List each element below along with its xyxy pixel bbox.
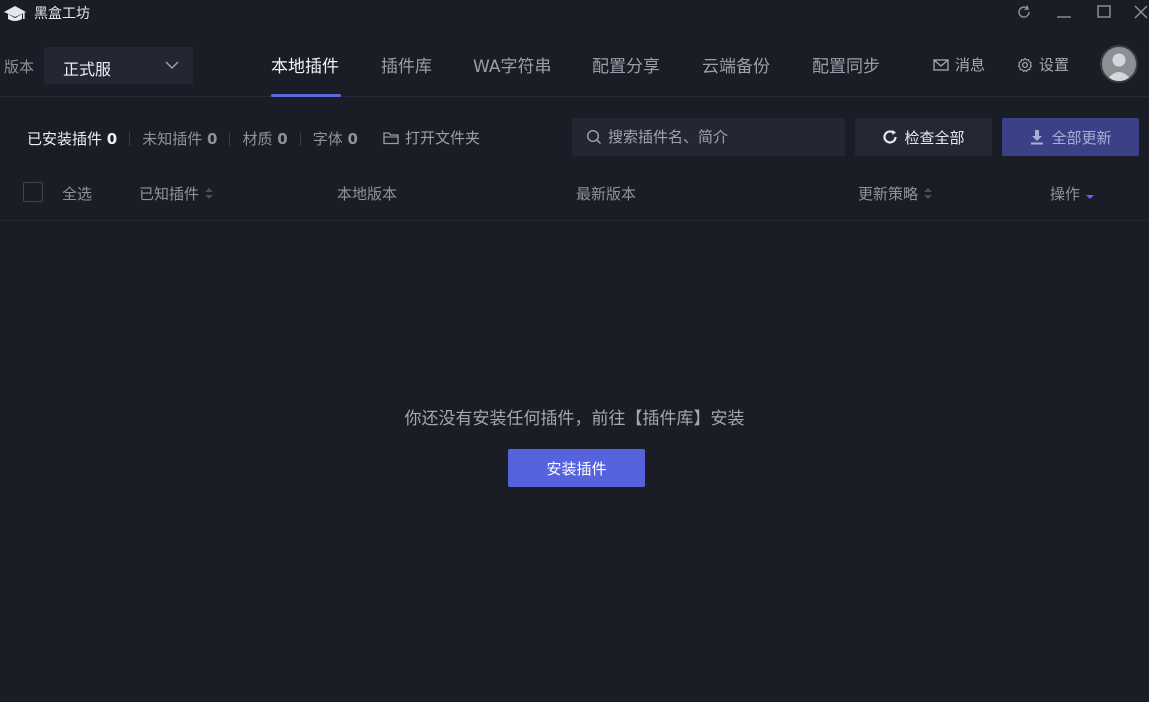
close-icon[interactable] (1131, 2, 1149, 22)
search-icon (586, 129, 601, 144)
tab-cloud-backup[interactable]: 云端备份 (702, 52, 770, 97)
check-all-label: 检查全部 (904, 128, 965, 147)
update-all-button[interactable]: 全部更新 (1002, 118, 1139, 156)
divider (229, 131, 231, 146)
sort-icon[interactable] (205, 187, 214, 200)
select-all-checkbox[interactable] (23, 182, 43, 202)
gear-icon (1017, 57, 1033, 72)
download-icon (1031, 130, 1044, 145)
open-folder-label: 打开文件夹 (405, 129, 481, 147)
filter-installed[interactable]: 已安装插件 0 (27, 128, 117, 149)
settings-label: 设置 (1039, 56, 1070, 74)
messages-button[interactable]: 消息 (933, 54, 985, 75)
filter-unknown[interactable]: 未知插件 0 (142, 128, 217, 149)
app-window: 黑盒工坊 版本 正式服 本地插件 插件库 WA字符串 配置分享 云端备份 配置同… (0, 0, 1149, 702)
check-all-button[interactable]: 检查全部 (855, 118, 992, 156)
filter-fonts[interactable]: 字体 0 (313, 128, 358, 149)
tab-plugin-library[interactable]: 插件库 (381, 52, 432, 97)
tab-config-share[interactable]: 配置分享 (592, 52, 660, 97)
column-known-plugins[interactable]: 已知插件 (139, 183, 214, 204)
filter-textures[interactable]: 材质 0 (242, 128, 287, 149)
table-header: 全选 已知插件 本地版本 最新版本 更新策略 操作 (0, 168, 1149, 221)
divider (129, 131, 131, 146)
install-plugin-button[interactable]: 安装插件 (508, 449, 645, 487)
app-title: 黑盒工坊 (34, 6, 90, 22)
app-logo-icon (4, 6, 26, 21)
mail-icon (933, 58, 949, 71)
plugin-filters: 已安装插件 0 未知插件 0 材质 0 字体 0 (27, 128, 358, 149)
sort-desc-icon[interactable] (1086, 188, 1095, 200)
refresh-icon[interactable] (1014, 2, 1034, 22)
active-tab-indicator (271, 94, 341, 97)
chevron-down-icon (165, 61, 179, 70)
empty-state-message: 你还没有安装任何插件，前往【插件库】安装 (404, 409, 745, 429)
search-box (572, 118, 845, 156)
select-all-label: 全选 (62, 185, 93, 203)
messages-label: 消息 (955, 56, 986, 74)
column-update-policy[interactable]: 更新策略 (858, 183, 933, 204)
avatar[interactable] (1100, 45, 1138, 83)
version-value: 正式服 (63, 60, 112, 79)
tab-wa-strings[interactable]: WA字符串 (473, 52, 552, 97)
tab-config-sync[interactable]: 配置同步 (812, 52, 880, 97)
tab-local-plugins[interactable]: 本地插件 (271, 52, 339, 97)
open-folder-button[interactable]: 打开文件夹 (383, 127, 480, 148)
settings-button[interactable]: 设置 (1017, 54, 1069, 75)
search-input[interactable] (608, 128, 828, 146)
version-select[interactable]: 正式服 (44, 47, 193, 84)
version-label: 版本 (4, 58, 35, 76)
column-latest-version: 最新版本 (576, 185, 637, 203)
title-bar: 黑盒工坊 (0, 0, 1149, 28)
folder-icon (383, 131, 399, 144)
maximize-icon[interactable] (1094, 2, 1114, 22)
user-icon (1106, 53, 1132, 81)
update-all-label: 全部更新 (1051, 128, 1112, 147)
column-actions[interactable]: 操作 (1050, 183, 1095, 204)
sort-icon[interactable] (924, 187, 933, 200)
main-nav: 版本 正式服 本地插件 插件库 WA字符串 配置分享 云端备份 配置同步 消息 (0, 28, 1149, 97)
divider (299, 131, 301, 146)
refresh-icon (883, 130, 898, 144)
column-local-version: 本地版本 (337, 185, 398, 203)
minimize-icon[interactable] (1054, 2, 1074, 22)
